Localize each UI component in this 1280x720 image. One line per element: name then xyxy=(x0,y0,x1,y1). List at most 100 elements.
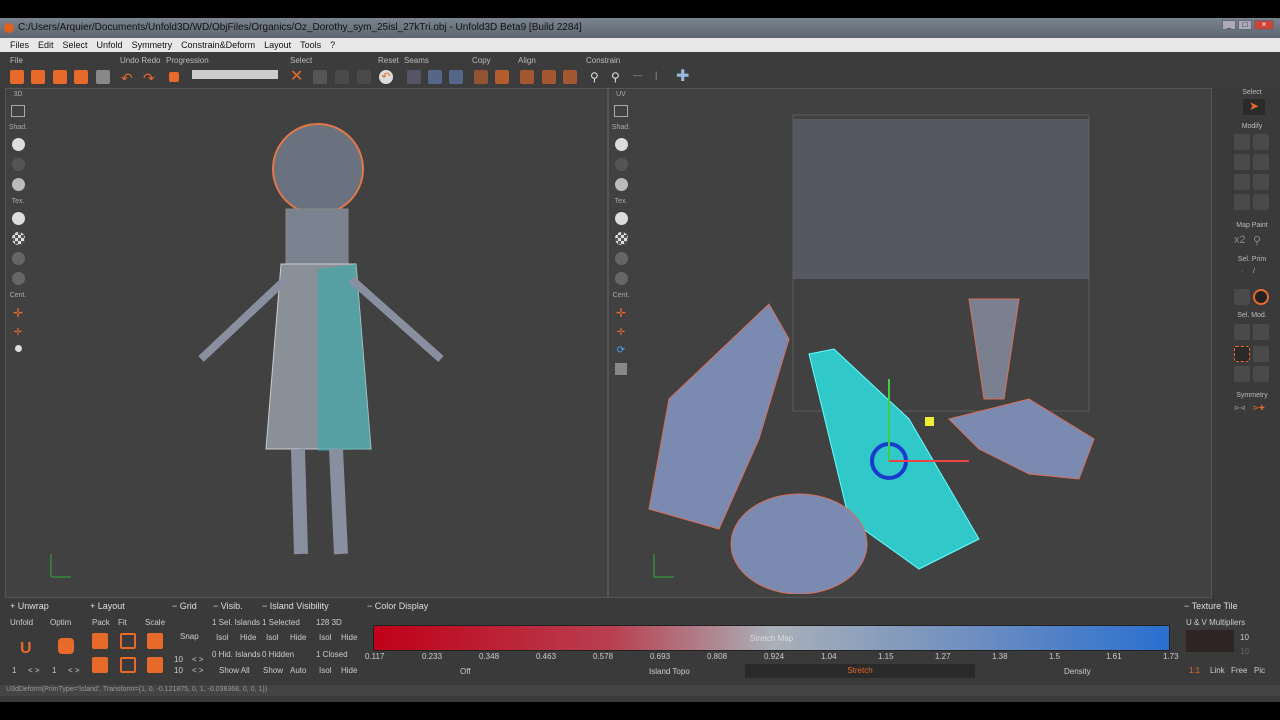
grid-u-value[interactable]: 10 xyxy=(174,655,183,664)
fit-button[interactable] xyxy=(120,633,136,649)
unwrap-header[interactable]: + Unwrap xyxy=(10,601,49,611)
screenshot-icon[interactable] xyxy=(96,70,110,84)
minimize-button[interactable]: _ xyxy=(1222,20,1236,30)
hide-sel-button[interactable]: Hide xyxy=(240,633,256,642)
viewport-uv[interactable]: UV Shad. Tex. Cent. ✛ ✛ ⟳ xyxy=(608,88,1212,598)
maximize-button[interactable]: □ xyxy=(1238,20,1252,30)
show-button[interactable]: Show xyxy=(263,666,283,675)
save-icon[interactable] xyxy=(53,70,67,84)
symmetry-add-icon[interactable]: ⊳✚ xyxy=(1253,404,1269,420)
loop-select-icon[interactable] xyxy=(1234,324,1250,340)
select-invert-icon[interactable] xyxy=(335,70,349,84)
redo-icon[interactable]: ↷ xyxy=(143,70,157,86)
constrain-clear-icon[interactable]: ✚ xyxy=(676,69,690,85)
lasso-select-icon[interactable] xyxy=(1253,346,1269,362)
unfold-stepper[interactable]: < > xyxy=(28,666,40,675)
auto-button[interactable]: Auto xyxy=(290,666,306,675)
tile-link-button[interactable]: Link xyxy=(1210,666,1225,675)
vertex-mode-icon[interactable]: · xyxy=(1234,268,1250,284)
isolate-closed-button[interactable]: Isol xyxy=(319,666,331,675)
color-display-header[interactable]: − Color Display xyxy=(367,601,428,611)
save-as-icon[interactable] xyxy=(74,70,88,84)
tile-pic-button[interactable]: Pic xyxy=(1254,666,1265,675)
ring-select-icon[interactable] xyxy=(1253,324,1269,340)
grid-v-stepper[interactable]: < > xyxy=(192,666,204,675)
pack-button[interactable] xyxy=(92,633,108,649)
weld-seam-icon[interactable] xyxy=(428,70,442,84)
pin-icon[interactable]: ⚲ xyxy=(590,70,604,84)
menu-edit[interactable]: Edit xyxy=(38,38,54,52)
symmetry-icon[interactable]: ⊳⊲ xyxy=(1234,404,1250,420)
x2-button[interactable]: x2 xyxy=(1234,234,1250,250)
select-arrow-icon[interactable]: ➤ xyxy=(1243,99,1265,115)
move-icon[interactable] xyxy=(1234,134,1250,150)
optim-iterations[interactable]: 1 xyxy=(52,666,56,675)
scale-selected-button[interactable] xyxy=(147,657,163,673)
scale-icon[interactable] xyxy=(1234,154,1250,170)
menu-layout[interactable]: Layout xyxy=(264,38,291,52)
show-all-button[interactable]: Show All xyxy=(219,666,250,675)
isolate-3d-button[interactable]: Isol xyxy=(319,633,331,642)
island-mode-icon[interactable] xyxy=(1253,289,1269,305)
menu-tools[interactable]: Tools xyxy=(300,38,321,52)
circle-select-icon[interactable] xyxy=(1253,366,1269,382)
menu-constrain-deform[interactable]: Constrain&Deform xyxy=(181,38,255,52)
grid-header[interactable]: − Grid xyxy=(172,601,197,611)
scale-button[interactable] xyxy=(147,633,163,649)
hide-3d-button[interactable]: Hide xyxy=(341,633,357,642)
select-grow-icon[interactable] xyxy=(357,70,371,84)
mode-stretch-button[interactable]: Stretch xyxy=(745,664,975,678)
mode-off-button[interactable]: Off xyxy=(460,667,471,676)
constrain-vertical-icon[interactable]: | xyxy=(655,70,669,84)
select-all-icon[interactable] xyxy=(313,70,327,84)
menu-files[interactable]: Files xyxy=(10,38,29,52)
optimize-button[interactable] xyxy=(58,638,74,654)
menu-symmetry[interactable]: Symmetry xyxy=(132,38,173,52)
open-file-icon[interactable] xyxy=(10,70,24,84)
open-recent-icon[interactable] xyxy=(31,70,45,84)
mode-island-topo-button[interactable]: Island Topo xyxy=(649,667,690,676)
align-auto-icon[interactable] xyxy=(520,70,534,84)
layout-header[interactable]: + Layout xyxy=(90,601,125,611)
magnet-icon[interactable] xyxy=(1234,194,1250,210)
visib-header[interactable]: − Visib. xyxy=(213,601,243,611)
hide-island-button[interactable]: Hide xyxy=(290,633,306,642)
texture-tile-header[interactable]: − Texture Tile xyxy=(1184,601,1238,611)
mode-density-button[interactable]: Density xyxy=(1064,667,1091,676)
isolate-island-button[interactable]: Isol xyxy=(266,633,278,642)
grid-v-value[interactable]: 10 xyxy=(174,666,183,675)
face-mode-icon[interactable] xyxy=(1234,289,1250,305)
constrain-horizontal-icon[interactable]: — xyxy=(633,70,647,84)
pack-selected-button[interactable] xyxy=(92,657,108,673)
grid-u-stepper[interactable]: < > xyxy=(192,655,204,664)
align-vertical-icon[interactable] xyxy=(563,70,577,84)
copy-icon[interactable] xyxy=(474,70,488,84)
edge-mode-icon[interactable]: / xyxy=(1253,268,1269,284)
v-multiplier-value[interactable]: 10 xyxy=(1240,647,1249,656)
snap-button[interactable]: Snap xyxy=(180,632,199,641)
undo-icon[interactable]: ↶ xyxy=(121,70,135,86)
paste-icon[interactable] xyxy=(495,70,509,84)
brush-icon[interactable] xyxy=(1253,194,1269,210)
tile-1to1-button[interactable]: 1:1 xyxy=(1189,666,1200,675)
auto-seam-icon[interactable] xyxy=(449,70,463,84)
uv-multiplier-slider[interactable] xyxy=(1186,630,1234,652)
rotate-icon[interactable] xyxy=(1253,134,1269,150)
viewport-3d[interactable]: 3D Shad. Tex. Cent. ✛ ✛ xyxy=(5,88,608,598)
poly-select-icon[interactable] xyxy=(1234,366,1250,382)
fit-selected-button[interactable] xyxy=(120,657,136,673)
sphere-icon[interactable] xyxy=(1234,174,1250,190)
menu-help[interactable]: ? xyxy=(330,38,335,52)
hide-closed-button[interactable]: Hide xyxy=(341,666,357,675)
island-visibility-header[interactable]: − Island Visibility xyxy=(262,601,329,611)
unpin-icon[interactable]: ⚲ xyxy=(611,70,625,84)
close-button[interactable]: × xyxy=(1254,20,1274,30)
deform-icon[interactable] xyxy=(1253,154,1269,170)
unfold-iterations[interactable]: 1 xyxy=(12,666,16,675)
isolate-sel-button[interactable]: Isol xyxy=(216,633,228,642)
optim-stepper[interactable]: < > xyxy=(68,666,80,675)
rect-select-icon[interactable] xyxy=(1234,346,1250,362)
align-horizontal-icon[interactable] xyxy=(542,70,556,84)
stop-icon[interactable] xyxy=(169,72,179,82)
u-multiplier-value[interactable]: 10 xyxy=(1240,633,1249,642)
